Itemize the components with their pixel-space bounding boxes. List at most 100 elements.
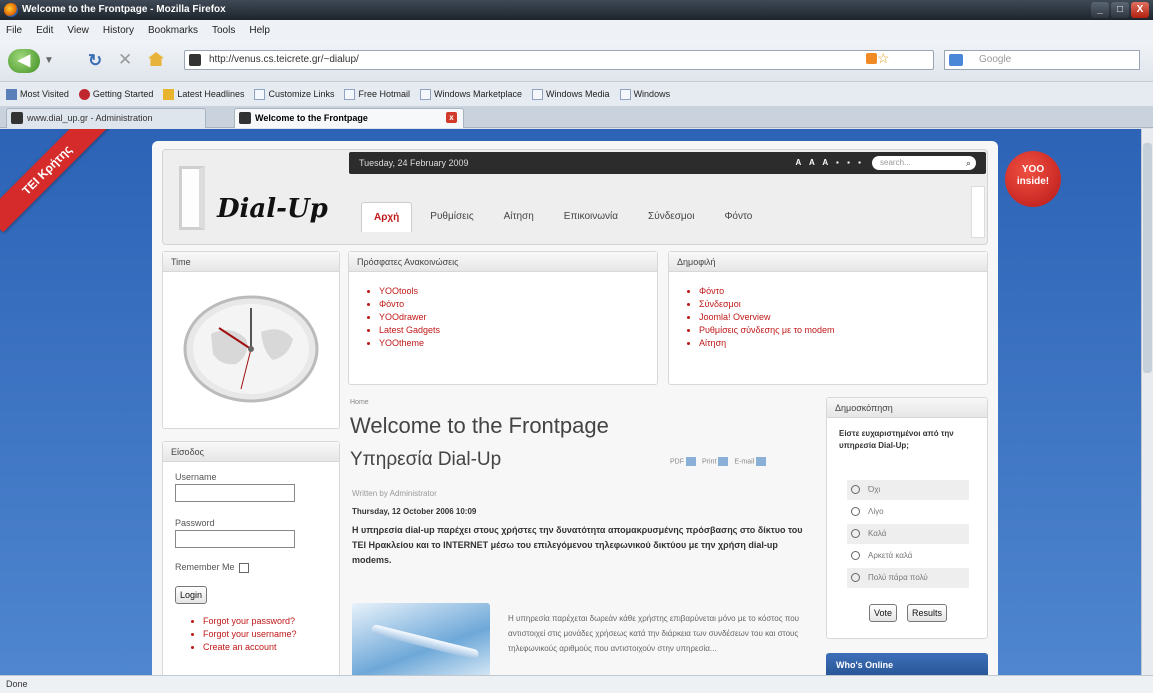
- tei-ribbon[interactable]: ΤΕΙ Κρήτης: [0, 129, 110, 233]
- bookmark-most-visited[interactable]: Most Visited: [6, 88, 69, 100]
- latest-news-link[interactable]: YOOdrawer: [379, 312, 440, 322]
- maximize-button[interactable]: □: [1111, 2, 1129, 18]
- tab-bar: www.dial_up.gr - Administration Welcome …: [0, 106, 1153, 128]
- menu-tools[interactable]: Tools: [212, 25, 235, 36]
- bookmark-label: Free Hotmail: [358, 89, 410, 99]
- history-dropdown-icon[interactable]: ▼: [44, 55, 54, 66]
- article-actions: PDF Print E-mail: [670, 457, 767, 466]
- email-button[interactable]: E-mail: [734, 457, 767, 466]
- poll-option[interactable]: Όχι: [847, 480, 969, 500]
- breadcrumb[interactable]: Home: [350, 399, 369, 406]
- radio-button[interactable]: [851, 529, 860, 539]
- site-logo[interactable]: Dial-Up: [175, 160, 345, 240]
- page-viewport: ΤΕΙ Κρήτης YOO inside! Dial-Up Tuesday, …: [0, 129, 1141, 675]
- latest-news-link[interactable]: Latest Gadgets: [379, 325, 440, 335]
- popular-link[interactable]: Joomla! Overview: [699, 312, 835, 322]
- search-input[interactable]: Google ⌕: [944, 50, 1140, 70]
- menu-bookmarks[interactable]: Bookmarks: [148, 25, 198, 36]
- remember-me-checkbox[interactable]: [239, 562, 250, 573]
- cable-image: [352, 603, 490, 675]
- nav-contact[interactable]: Επικοινωνία: [552, 202, 630, 232]
- menu-help[interactable]: Help: [249, 25, 270, 36]
- bookmark-label: Most Visited: [20, 89, 69, 99]
- poll-option[interactable]: Λίγο: [847, 502, 969, 522]
- rss-icon[interactable]: [866, 53, 877, 64]
- remember-me-label: Remember Me: [175, 562, 235, 572]
- bookmark-latest-headlines[interactable]: Latest Headlines: [163, 88, 244, 100]
- tab-frontpage[interactable]: Welcome to the Frontpage x: [234, 108, 464, 128]
- popular-link[interactable]: Ρυθμίσεις σύνδεσης με το modem: [699, 325, 835, 335]
- bookmark-free-hotmail[interactable]: Free Hotmail: [344, 88, 410, 100]
- password-field[interactable]: [175, 530, 295, 548]
- nav-settings[interactable]: Ρυθμίσεις: [418, 202, 485, 232]
- yoo-badge-text: YOO inside!: [1016, 164, 1050, 187]
- back-button[interactable]: ◀: [8, 49, 40, 73]
- close-button[interactable]: X: [1131, 2, 1149, 18]
- radio-button[interactable]: [851, 507, 860, 517]
- menu-file[interactable]: File: [6, 25, 22, 36]
- close-tab-icon[interactable]: x: [446, 112, 457, 123]
- poll-option[interactable]: Πολύ πάρα πολύ: [847, 568, 969, 588]
- bookmark-getting-started[interactable]: Getting Started: [78, 88, 153, 100]
- bookmark-windows-marketplace[interactable]: Windows Marketplace: [420, 88, 522, 100]
- menu-view[interactable]: View: [67, 25, 89, 36]
- pdf-button[interactable]: PDF: [670, 457, 696, 466]
- bookmark-star-icon[interactable]: ☆: [877, 50, 890, 67]
- forgot-username-link[interactable]: Forgot your username?: [203, 629, 297, 639]
- scrollbar-thumb[interactable]: [1143, 143, 1152, 373]
- bookmark-icon: [78, 88, 90, 100]
- menu-history[interactable]: History: [103, 25, 134, 36]
- forgot-password-link[interactable]: Forgot your password?: [203, 616, 297, 626]
- nav-home[interactable]: Αρχή: [361, 202, 413, 232]
- address-bar[interactable]: http://venus.cs.teicrete.gr/~dialup/: [184, 50, 934, 70]
- username-field[interactable]: [175, 484, 295, 502]
- nav-background[interactable]: Φόντο: [712, 202, 764, 232]
- poll-option[interactable]: Αρκετά καλά: [847, 546, 969, 566]
- page-icon: [532, 88, 544, 100]
- tab-label: Welcome to the Frontpage: [255, 113, 368, 123]
- bookmark-windows-media[interactable]: Windows Media: [532, 88, 610, 100]
- print-icon: [718, 457, 729, 466]
- page-title: Welcome to the Frontpage: [350, 413, 609, 438]
- minimize-button[interactable]: _: [1091, 2, 1109, 18]
- font-size-switcher[interactable]: A A A ▪ ▪ ▪: [796, 152, 864, 174]
- tab-favicon: [11, 112, 23, 124]
- tab-administration[interactable]: www.dial_up.gr - Administration: [6, 108, 206, 128]
- radio-button[interactable]: [851, 551, 860, 561]
- reload-icon[interactable]: ↻: [88, 51, 102, 71]
- latest-news-link[interactable]: Φόντο: [379, 299, 440, 309]
- bookmark-windows[interactable]: Windows: [619, 88, 670, 100]
- nav-links[interactable]: Σύνδεσμοι: [636, 202, 706, 232]
- site-search-input[interactable]: search... ⌕: [872, 156, 976, 170]
- search-placeholder: Google: [979, 54, 1012, 65]
- poll-option[interactable]: Καλά: [847, 524, 969, 544]
- bookmark-customize-links[interactable]: Customize Links: [254, 88, 334, 100]
- popular-link[interactable]: Φόντο: [699, 286, 835, 296]
- window-title: Welcome to the Frontpage - Mozilla Firef…: [22, 4, 226, 15]
- latest-news-link[interactable]: YOOtheme: [379, 338, 440, 348]
- status-text: Done: [6, 679, 28, 689]
- search-icon[interactable]: ⌕: [966, 156, 971, 170]
- popular-link[interactable]: Σύνδεσμοι: [699, 299, 835, 309]
- radio-button[interactable]: [851, 573, 860, 583]
- popular-link[interactable]: Αίτηση: [699, 338, 835, 348]
- home-icon[interactable]: [148, 52, 164, 66]
- login-button[interactable]: Login: [175, 586, 208, 604]
- vertical-scrollbar[interactable]: [1141, 129, 1153, 675]
- article: Home Welcome to the Frontpage Υπηρεσία D…: [348, 391, 818, 675]
- firefox-icon: [4, 3, 18, 17]
- results-button[interactable]: Results: [907, 604, 948, 622]
- article-body: Η υπηρεσία παρέχεται δωρεάν κάθε χρήστης…: [508, 614, 800, 653]
- latest-news-link[interactable]: YOOtools: [379, 286, 440, 296]
- stop-icon[interactable]: ✕: [118, 50, 132, 70]
- nav-application[interactable]: Αίτηση: [492, 202, 546, 232]
- yoo-inside-badge[interactable]: YOO inside!: [1005, 151, 1061, 255]
- page-icon: [420, 88, 431, 100]
- vote-button[interactable]: Vote: [869, 604, 898, 622]
- create-account-link[interactable]: Create an account: [203, 642, 297, 652]
- email-label: E-mail: [734, 458, 755, 466]
- poll-module: Δημοσκόπηση Είστε ευχαριστημένοι από την…: [826, 397, 988, 639]
- radio-button[interactable]: [851, 485, 860, 495]
- print-button[interactable]: Print: [702, 457, 729, 466]
- menu-edit[interactable]: Edit: [36, 25, 53, 36]
